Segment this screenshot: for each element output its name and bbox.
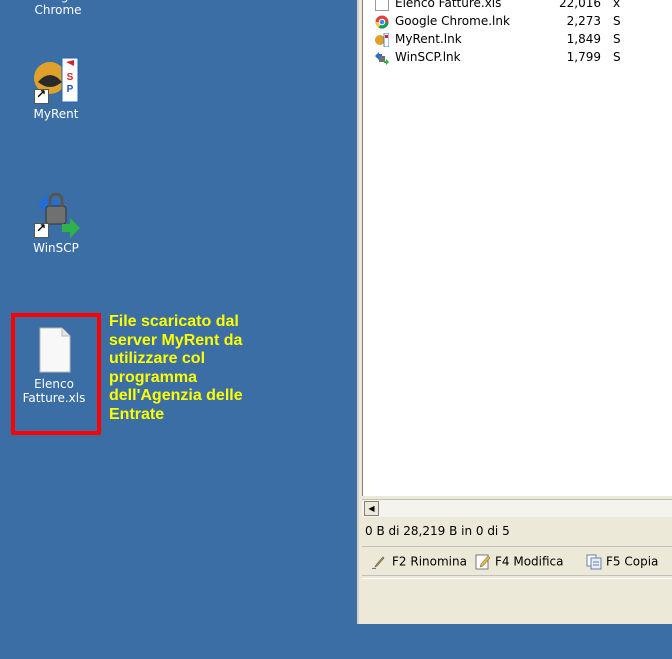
lower-panel <box>362 578 672 623</box>
file-size: 1,849 <box>566 32 601 46</box>
file-type: S <box>613 32 621 46</box>
scroll-left-arrow-icon[interactable]: ◀ <box>364 501 379 516</box>
f2-rename-button[interactable]: F2 Rinomina <box>372 554 467 570</box>
xls-file-icon <box>375 0 389 11</box>
edit-icon <box>475 554 491 570</box>
highlight-box <box>11 313 101 435</box>
desktop-icon-label: Google Chrome <box>34 0 82 17</box>
annotation-text: File scaricato dal server MyRent da util… <box>109 313 243 423</box>
file-size: 1,799 <box>566 50 601 64</box>
status-bar: 0 B di 28,219 B in 0 di 5 <box>365 524 510 538</box>
shortcut-arrow-icon <box>34 87 49 104</box>
desktop-icon-winscp[interactable]: WinSCP <box>18 190 94 255</box>
file-row[interactable]: Google Chrome.lnk 2,273 S <box>363 14 672 30</box>
myrent-icon: S P <box>32 56 80 104</box>
file-row[interactable]: Elenco Fatture.xls 22,016 x <box>363 0 672 12</box>
chrome-icon <box>375 15 389 29</box>
file-name: Google Chrome.lnk <box>395 14 510 28</box>
f4-edit-button[interactable]: F4 Modifica <box>475 554 564 570</box>
f5-label: F5 Copia <box>606 554 659 569</box>
rename-icon <box>372 556 385 569</box>
f4-label: F4 Modifica <box>495 554 564 569</box>
shortcut-arrow-icon <box>34 221 49 238</box>
horizontal-scrollbar[interactable]: ◀ <box>362 499 672 517</box>
winscp-icon <box>32 190 80 238</box>
file-size: 22,016 <box>559 0 601 10</box>
f5-copy-button[interactable]: F5 Copia <box>586 554 658 570</box>
desktop-icon-chrome[interactable]: Google Chrome <box>20 0 96 17</box>
file-name: MyRent.lnk <box>395 32 462 46</box>
file-row[interactable]: WinSCP.lnk 1,799 S <box>363 50 672 66</box>
file-size: 2,273 <box>566 14 601 28</box>
file-name: WinSCP.lnk <box>395 50 461 64</box>
file-name: Elenco Fatture.xls <box>395 0 502 10</box>
copy-icon <box>586 554 602 570</box>
file-manager-window: Elenco Fatture.xls 22,016 x Google Chrom… <box>357 0 672 624</box>
file-type: S <box>613 50 621 64</box>
f2-label: F2 Rinomina <box>392 554 467 569</box>
file-type: x <box>613 0 621 10</box>
desktop-icon-label: MyRent <box>33 107 79 121</box>
svg-text:S: S <box>67 72 74 83</box>
file-type: S <box>613 14 621 28</box>
desktop-icon-label: WinSCP <box>33 241 79 255</box>
svg-text:P: P <box>67 84 74 95</box>
myrent-small-icon <box>375 33 389 47</box>
file-list: Elenco Fatture.xls 22,016 x Google Chrom… <box>362 0 672 496</box>
function-key-bar: F2 Rinomina F4 Modifica F5 Copia <box>362 546 672 576</box>
winscp-small-icon <box>375 52 389 65</box>
desktop-icon-myrent[interactable]: S P MyRent <box>18 56 94 121</box>
file-row[interactable]: MyRent.lnk 1,849 S <box>363 32 672 48</box>
